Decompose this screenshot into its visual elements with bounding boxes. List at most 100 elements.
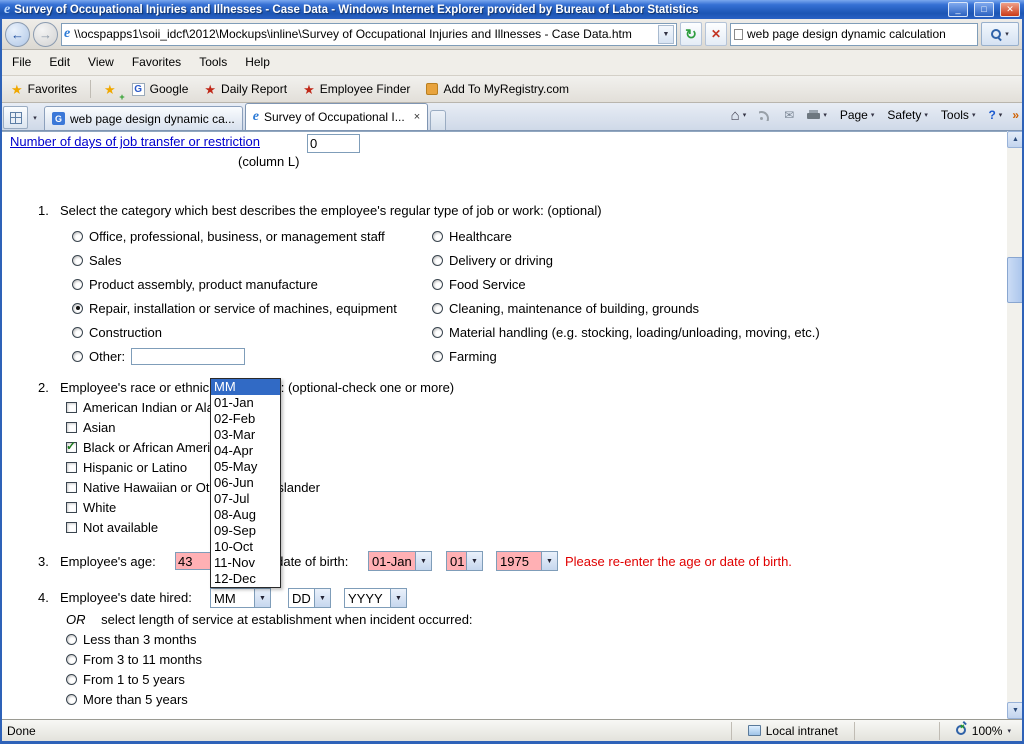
favorites-item-google[interactable]: G Google: [125, 78, 196, 100]
radio-option-selected[interactable]: Repair, installation or service of machi…: [72, 296, 397, 320]
safety-button[interactable]: Safety ▾: [882, 106, 933, 124]
tab-close-icon[interactable]: ×: [414, 111, 420, 123]
radio-option[interactable]: Delivery or driving: [432, 248, 820, 272]
radio-option[interactable]: Less than 3 months: [66, 629, 202, 649]
radio-option[interactable]: Cleaning, maintenance of building, groun…: [432, 296, 820, 320]
month-option[interactable]: 11-Nov: [211, 555, 280, 571]
menu-view[interactable]: View: [79, 50, 123, 75]
menu-edit[interactable]: Edit: [40, 50, 79, 75]
radio-icon[interactable]: [66, 654, 77, 665]
search-button[interactable]: ▾: [981, 22, 1019, 46]
radio-icon[interactable]: [72, 327, 83, 338]
month-option[interactable]: 10-Oct: [211, 539, 280, 555]
page-button[interactable]: Page ▾: [835, 106, 880, 124]
radio-icon[interactable]: [72, 279, 83, 290]
back-button[interactable]: ←: [5, 22, 30, 47]
radio-icon[interactable]: [72, 255, 83, 266]
dropdown-arrow-icon[interactable]: ▼: [415, 552, 431, 570]
radio-icon[interactable]: [432, 279, 443, 290]
address-input[interactable]: [74, 25, 654, 44]
minimize-button[interactable]: _: [948, 2, 968, 17]
radio-option[interactable]: From 1 to 5 years: [66, 669, 202, 689]
checkbox-option[interactable]: White: [66, 497, 320, 517]
security-zone[interactable]: Local intranet: [742, 724, 844, 738]
favorites-item-daily-report[interactable]: ★ Daily Report: [197, 78, 294, 100]
radio-option[interactable]: More than 5 years: [66, 689, 202, 709]
radio-option[interactable]: Office, professional, business, or manag…: [72, 224, 397, 248]
dob-month-select[interactable]: 01-Jan ▼: [368, 551, 432, 571]
radio-icon[interactable]: [432, 231, 443, 242]
home-button[interactable]: ⌂ ▾: [726, 106, 752, 125]
radio-option[interactable]: Farming: [432, 344, 820, 368]
job-transfer-days-input[interactable]: [307, 134, 360, 153]
hired-year-select[interactable]: YYYY ▼: [344, 588, 407, 608]
radio-option[interactable]: Product assembly, product manufacture: [72, 272, 397, 296]
checkbox-icon[interactable]: [66, 402, 77, 413]
zoom-control[interactable]: 100% ▾: [950, 724, 1017, 738]
add-favorite-button[interactable]: ★: [97, 78, 123, 100]
checkbox-option[interactable]: Not available: [66, 517, 320, 537]
checkbox-icon[interactable]: [66, 462, 77, 473]
zoom-caret-icon[interactable]: ▾: [1007, 727, 1011, 735]
stop-button[interactable]: ✕: [705, 22, 727, 46]
month-option[interactable]: 01-Jan: [211, 395, 280, 411]
other-input[interactable]: [131, 348, 245, 365]
dropdown-arrow-icon[interactable]: ▼: [254, 589, 270, 607]
radio-icon[interactable]: [66, 674, 77, 685]
read-mail-button[interactable]: ✉: [779, 106, 799, 124]
month-option[interactable]: 05-May: [211, 459, 280, 475]
close-button[interactable]: ✕: [1000, 2, 1020, 17]
radio-option[interactable]: Construction: [72, 320, 397, 344]
address-dropdown-icon[interactable]: ▼: [658, 25, 674, 44]
feeds-button[interactable]: [754, 107, 776, 123]
radio-option[interactable]: Material handling (e.g. stocking, loadin…: [432, 320, 820, 344]
refresh-button[interactable]: ↻: [680, 22, 702, 46]
radio-icon[interactable]: [66, 634, 77, 645]
checkbox-option[interactable]: Asian: [66, 417, 320, 437]
month-option[interactable]: 08-Aug: [211, 507, 280, 523]
month-dropdown-list[interactable]: MM 01-Jan 02-Feb 03-Mar 04-Apr 05-May 06…: [210, 378, 281, 588]
month-option[interactable]: 07-Jul: [211, 491, 280, 507]
print-caret-icon[interactable]: ▾: [823, 111, 827, 119]
forward-button[interactable]: →: [33, 22, 58, 47]
radio-option[interactable]: Sales: [72, 248, 397, 272]
radio-option-other[interactable]: Other:: [72, 344, 397, 368]
radio-option[interactable]: Food Service: [432, 272, 820, 296]
radio-option[interactable]: From 3 to 11 months: [66, 649, 202, 669]
menu-help[interactable]: Help: [236, 50, 279, 75]
checkbox-icon[interactable]: [66, 482, 77, 493]
radio-icon[interactable]: [72, 231, 83, 242]
tools-button[interactable]: Tools ▾: [936, 106, 981, 124]
radio-icon[interactable]: [432, 327, 443, 338]
radio-icon[interactable]: [72, 351, 83, 362]
checkbox-option[interactable]: American Indian or Alaska Native: [66, 397, 320, 417]
radio-icon[interactable]: [432, 303, 443, 314]
menu-tools[interactable]: Tools: [190, 50, 236, 75]
dropdown-arrow-icon[interactable]: ▼: [314, 589, 330, 607]
job-transfer-restriction-link[interactable]: Number of days of job transfer or restri…: [10, 134, 260, 149]
favorites-item-myregistry[interactable]: Add To MyRegistry.com: [419, 78, 576, 100]
radio-icon[interactable]: [72, 303, 83, 314]
hired-day-select[interactable]: DD ▼: [288, 588, 331, 608]
month-option[interactable]: 04-Apr: [211, 443, 280, 459]
checkbox-option[interactable]: Hispanic or Latino: [66, 457, 320, 477]
hired-month-select[interactable]: MM ▼: [210, 588, 271, 608]
quick-tabs-button[interactable]: [3, 106, 28, 129]
toolbar-overflow-icon[interactable]: »: [1010, 108, 1021, 122]
checkbox-icon[interactable]: [66, 442, 77, 453]
month-option[interactable]: 09-Sep: [211, 523, 280, 539]
checkbox-icon[interactable]: [66, 502, 77, 513]
checkbox-icon[interactable]: [66, 422, 77, 433]
radio-option[interactable]: Healthcare: [432, 224, 820, 248]
dropdown-arrow-icon[interactable]: ▼: [541, 552, 557, 570]
dropdown-arrow-icon[interactable]: ▼: [466, 552, 482, 570]
month-option[interactable]: 12-Dec: [211, 571, 280, 587]
home-caret-icon[interactable]: ▾: [743, 111, 747, 119]
search-box[interactable]: [730, 23, 978, 46]
tab-survey-active[interactable]: e Survey of Occupational I... ×: [245, 103, 428, 130]
dropdown-arrow-icon[interactable]: ▼: [390, 589, 406, 607]
favorites-button[interactable]: ★ Favorites: [4, 78, 84, 100]
radio-icon[interactable]: [432, 255, 443, 266]
tab-search-results[interactable]: G web page design dynamic ca...: [44, 106, 243, 130]
checkbox-option-checked[interactable]: Black or African American: [66, 437, 320, 457]
